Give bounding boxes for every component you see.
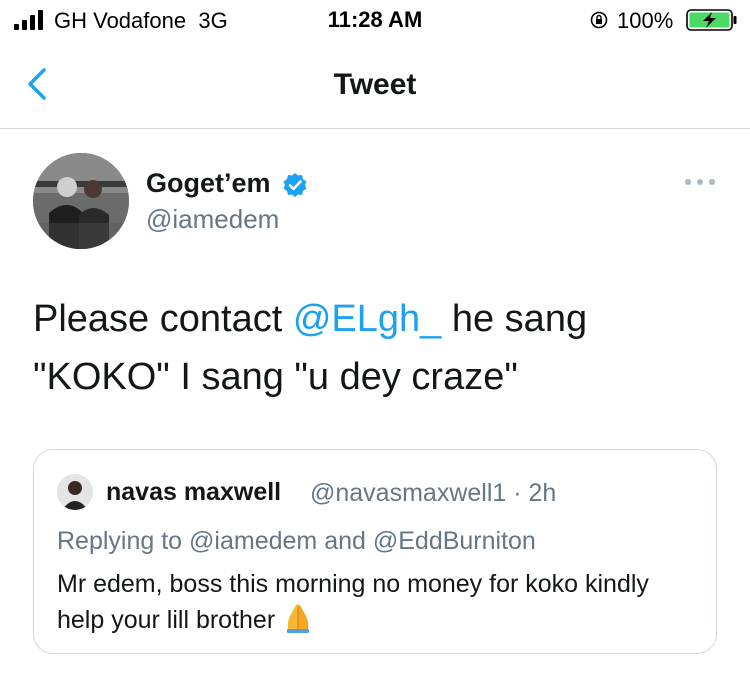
nav-bar: Tweet [0,40,750,129]
quoted-tweet-text: Mr edem, boss this morning no money for … [57,566,697,638]
avatar[interactable] [33,153,129,249]
mention-link[interactable]: @ELgh_ [293,298,441,340]
battery-percent: 100% [617,8,674,33]
replying-to-line: Replying to @iamedem and @EddBurniton [57,527,536,556]
quoted-tweet-card[interactable]: navas maxwell @navasmaxwell1 · 2h Replyi… [33,449,717,654]
quoted-avatar [57,474,93,510]
avatar-photo [33,153,129,249]
tweet-text: Please contact @ELgh_ he sang "KOKO" I s… [33,290,723,406]
quoted-meta: @navasmaxwell1 · 2h [310,479,556,508]
praying-hands-icon [287,604,310,633]
meta-separator: · [513,479,522,507]
orientation-lock-icon [590,11,608,29]
reply-and: and [324,527,366,555]
quoted-timestamp: 2h [528,479,557,507]
battery-charging-icon [686,9,737,31]
quoted-text-content: Mr edem, boss this morning no money for … [57,570,649,634]
quoted-handle: @navasmaxwell1 [310,479,507,507]
display-name[interactable]: Goget’em [146,168,271,199]
quoted-display-name: navas maxwell [106,478,282,506]
reply-mention-1: @iamedem [189,527,318,555]
user-handle[interactable]: @iamedem [146,204,279,235]
status-bar: GH Vodafone 3G 11:28 AM 100% [0,0,750,40]
page-title: Tweet [333,68,417,101]
tweet-text-start: Please contact [33,298,293,340]
more-options-icon[interactable] [682,176,718,188]
reply-mention-2: @EddBurniton [372,527,536,555]
replying-prefix: Replying to [57,527,183,555]
quoted-avatar-photo [57,474,93,510]
verified-badge-icon [283,173,307,197]
